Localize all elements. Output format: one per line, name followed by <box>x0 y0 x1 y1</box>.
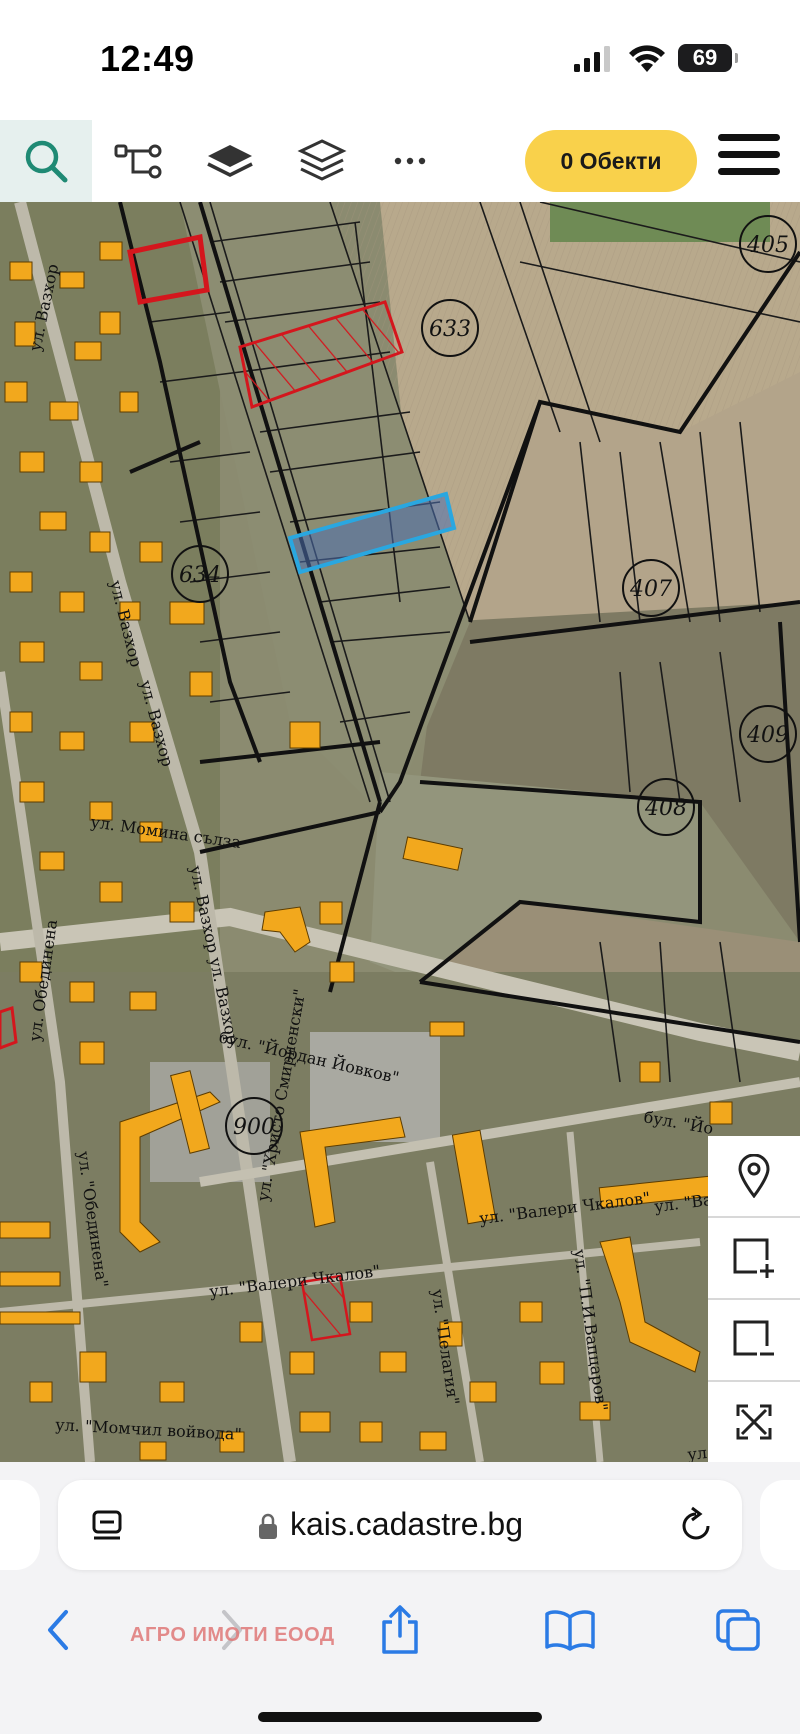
map-canvas[interactable]: 405 633 634 407 409 408 900 ул. Вазхор у… <box>0 202 800 1462</box>
map-side-controls <box>708 1136 800 1462</box>
parcel-label: 634 <box>179 563 221 588</box>
layer-icon <box>207 145 253 177</box>
parcel-label: 407 <box>629 577 672 602</box>
map-toolbar: 0 Обекти <box>0 120 800 202</box>
add-selection-button[interactable] <box>708 1218 800 1300</box>
browser-chrome: kais.cadastre.bg АГРО ИМОТИ ЕООД <box>0 1462 800 1734</box>
layers-button[interactable] <box>280 120 364 202</box>
lock-icon <box>259 1513 277 1539</box>
select-add-icon <box>733 1238 774 1278</box>
fit-extent-button[interactable] <box>708 1382 800 1462</box>
base-layer-button[interactable] <box>188 120 272 202</box>
location-pin-icon <box>738 1154 770 1198</box>
bookmarks-button[interactable] <box>540 1600 600 1660</box>
share-icon <box>382 1605 418 1654</box>
more-icon <box>394 157 426 165</box>
home-indicator <box>258 1712 542 1722</box>
battery-icon: 69 <box>678 44 738 72</box>
layers-stack-icon <box>297 139 347 181</box>
measure-tool-button[interactable] <box>96 120 180 202</box>
locate-button[interactable] <box>708 1136 800 1218</box>
clock: 12:49 <box>100 38 195 79</box>
route-measure-icon <box>114 144 162 179</box>
remove-selection-button[interactable] <box>708 1300 800 1382</box>
cellular-signal-icon <box>574 46 610 72</box>
objects-button[interactable]: 0 Обекти <box>525 130 697 192</box>
browser-toolbar <box>0 1592 800 1672</box>
parcel-label: 408 <box>644 796 687 821</box>
parcel-label: 409 <box>746 723 789 748</box>
parcel-label: 633 <box>429 317 471 342</box>
status-bar: 12:49 69 <box>0 0 800 120</box>
search-icon <box>25 140 68 183</box>
reload-icon[interactable] <box>678 1506 714 1544</box>
hamburger-menu-icon[interactable] <box>718 134 780 188</box>
page-menu-icon[interactable] <box>90 1508 124 1544</box>
back-icon <box>48 1610 68 1650</box>
fit-extent-icon <box>736 1404 772 1440</box>
back-button[interactable] <box>28 1600 88 1660</box>
select-remove-icon <box>733 1320 774 1356</box>
parcel-label: 405 <box>746 233 789 258</box>
url-text[interactable]: kais.cadastre.bg <box>290 1506 523 1543</box>
tabs-button[interactable] <box>708 1600 768 1660</box>
more-button[interactable] <box>368 120 452 202</box>
tabs-icon <box>716 1609 760 1651</box>
bookmarks-icon <box>545 1610 595 1651</box>
watermark: АГРО ИМОТИ ЕООД <box>130 1624 335 1646</box>
previous-tab-edge[interactable] <box>0 1480 40 1570</box>
search-tool-button[interactable] <box>0 120 92 202</box>
wifi-icon <box>629 45 665 72</box>
cadastre-map[interactable]: 405 633 634 407 409 408 900 ул. Вазхор у… <box>0 202 800 1462</box>
share-button[interactable] <box>370 1600 430 1660</box>
address-bar[interactable]: kais.cadastre.bg <box>58 1480 742 1570</box>
next-tab-edge[interactable] <box>760 1480 800 1570</box>
